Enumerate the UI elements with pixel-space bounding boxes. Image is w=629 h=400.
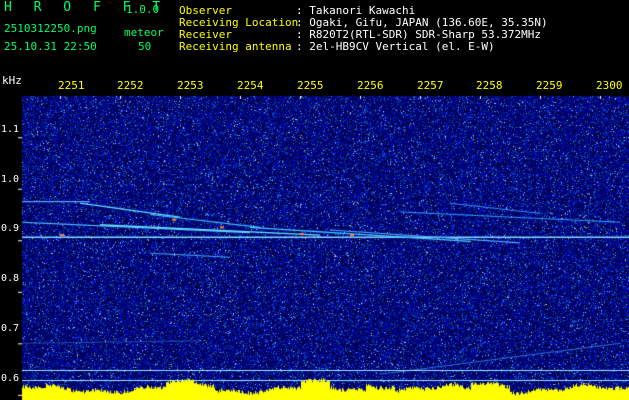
time-tick-label: 2256 [357,79,384,92]
freq-tick-label: 1.0 [1,174,20,185]
time-tick-label: 2255 [297,79,324,92]
meteor-label: meteor [124,26,164,39]
info-header: H R O F F T 1.0.0 2510312250.png meteor … [0,0,629,72]
time-tick-label: 2258 [476,79,503,92]
file-datetime: 25.10.31 22:50 [4,40,97,53]
freq-tick-label: 0.9 [1,223,20,234]
freq-tick-label: 1.1 [1,124,20,135]
time-tick-label: 2253 [177,79,204,92]
freq-tick-label: 0.8 [1,273,20,284]
time-tick-label: 2254 [237,79,264,92]
antenna-label: Receiving antenna [179,40,292,53]
time-tick-label: 2252 [117,79,144,92]
spectrogram [0,72,629,400]
antenna-value: : 2el-HB9CV Vertical (el. E-W) [296,40,495,53]
meteor-count: 50 [138,40,152,53]
time-tick-label: 2300 [596,79,623,92]
freq-tick-label: 0.6 [1,373,20,384]
freq-unit-label: kHz [2,74,22,87]
freq-tick-label: 0.7 [1,323,20,334]
app-version: 1.0.0 [126,3,160,16]
file-name: 2510312250.png [4,22,97,35]
time-tick-label: 2257 [417,79,444,92]
time-tick-label: 2251 [58,79,85,92]
time-tick-label: 2259 [536,79,563,92]
